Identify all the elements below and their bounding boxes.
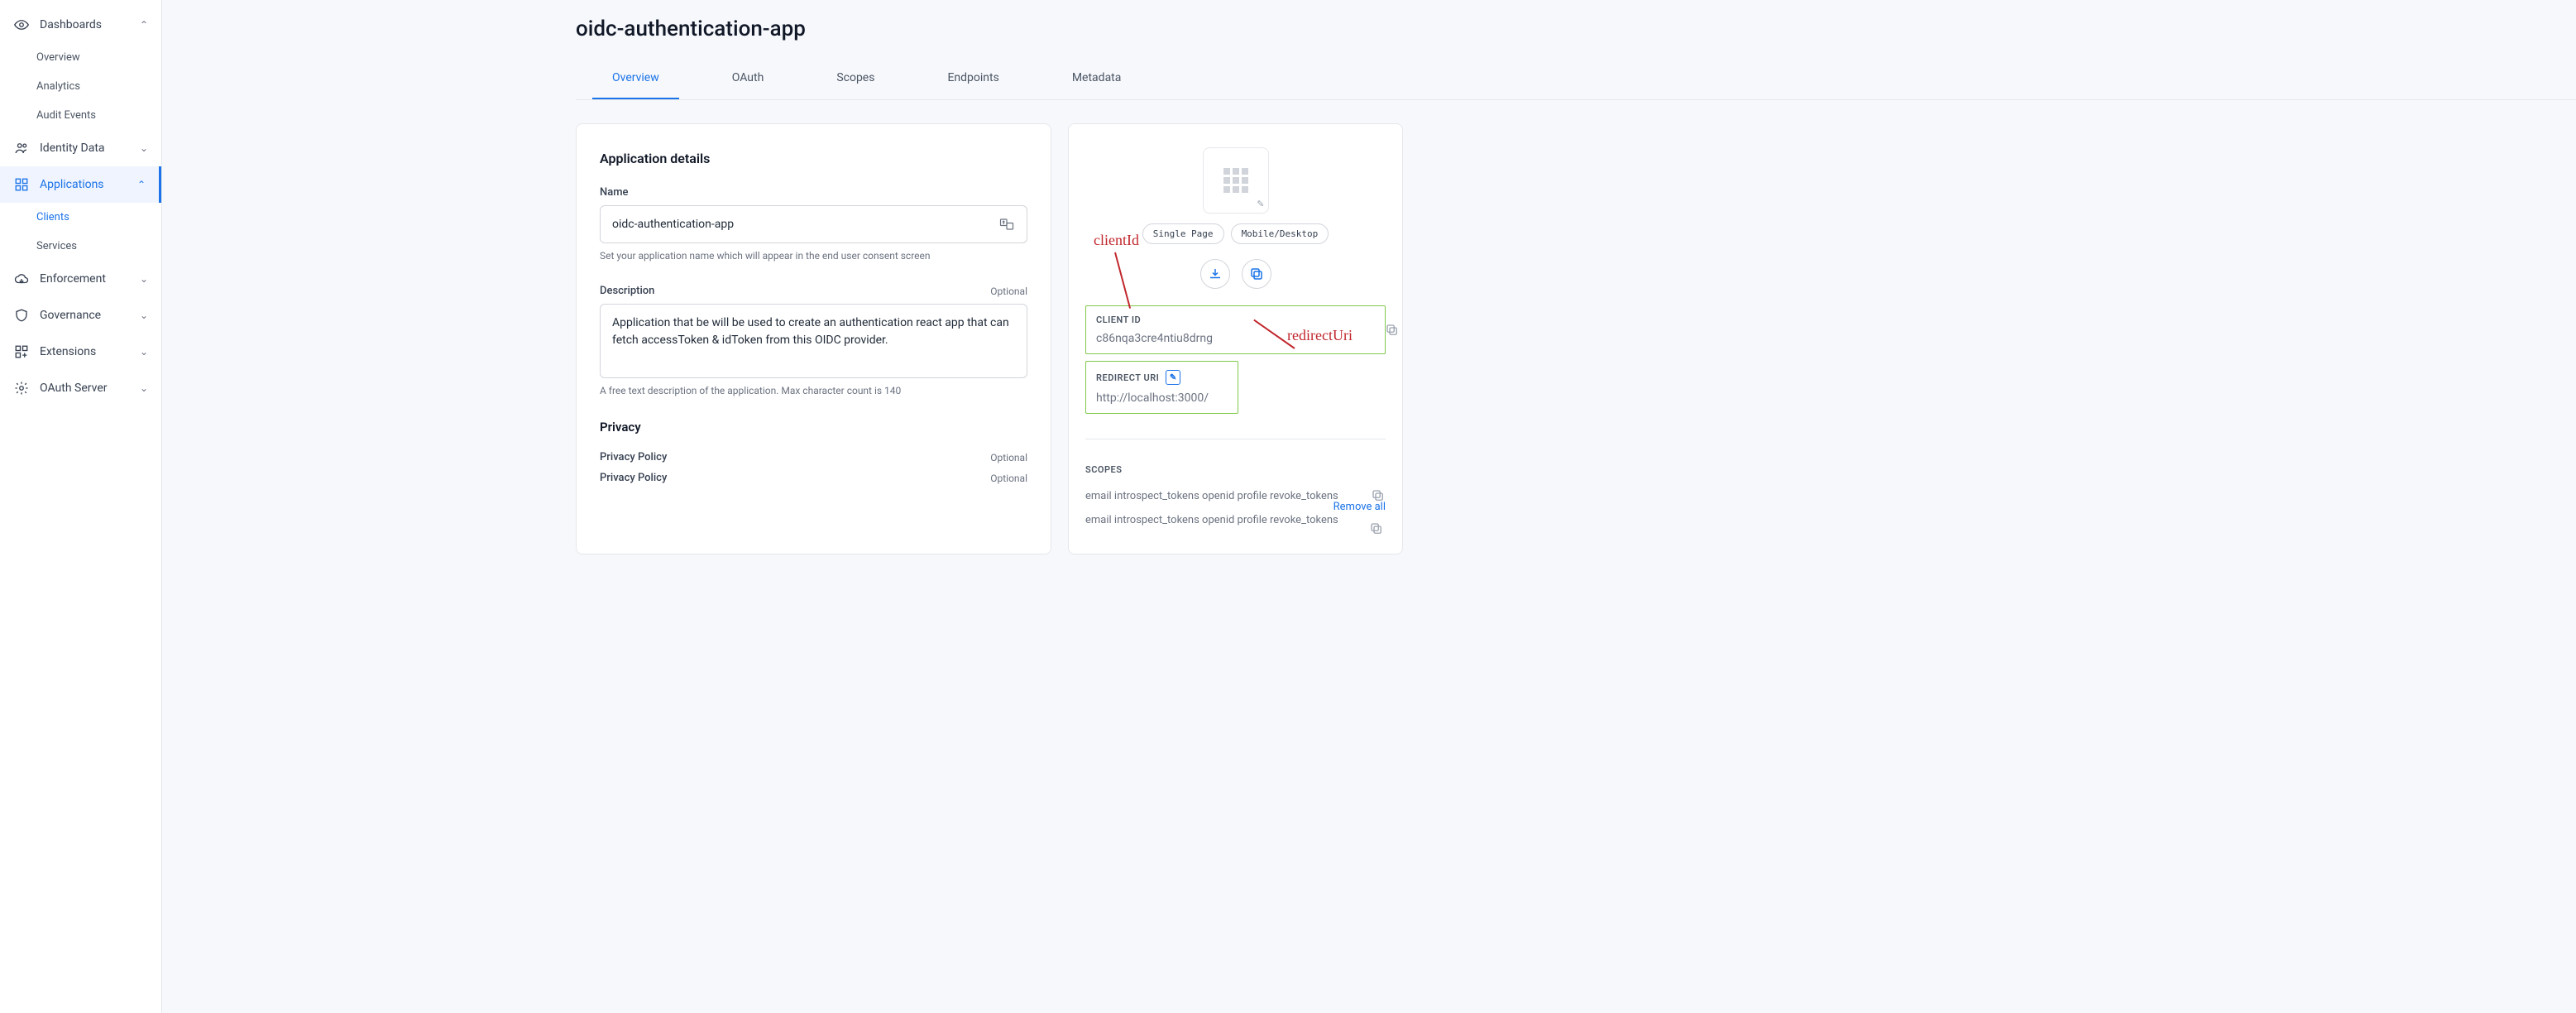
tab-oauth[interactable]: OAuth xyxy=(712,58,784,99)
optional-label: Optional xyxy=(990,473,1027,484)
cloud-icon xyxy=(13,271,30,287)
tab-overview[interactable]: Overview xyxy=(592,58,679,99)
sidebar-heading-identity[interactable]: Identity Data ⌄ xyxy=(0,130,161,166)
shield-icon xyxy=(13,307,30,324)
scopes-text-2: email introspect_tokens openid profile r… xyxy=(1085,511,1386,530)
description-textarea[interactable]: Application that be will be used to crea… xyxy=(600,304,1027,378)
page-title: oidc-authentication-app xyxy=(162,0,2576,58)
name-value: oidc-authentication-app xyxy=(612,218,734,231)
pill-single-page: Single Page xyxy=(1142,223,1224,244)
eye-icon xyxy=(13,17,30,33)
app-icon: ✎ xyxy=(1203,147,1269,214)
sidebar-heading-extensions[interactable]: Extensions ⌄ xyxy=(0,334,161,370)
client-id-label: CLIENT ID xyxy=(1096,314,1375,325)
chevron-down-icon: ⌄ xyxy=(140,310,148,321)
sidebar-label: Governance xyxy=(40,309,130,322)
tabs: Overview OAuth Scopes Endpoints Metadata xyxy=(576,58,2576,100)
extensions-icon xyxy=(13,343,30,360)
grid-icon xyxy=(13,176,30,193)
sidebar-label: Dashboards xyxy=(40,18,130,31)
sidebar-heading-oauth[interactable]: OAuth Server ⌄ xyxy=(0,370,161,406)
sidebar: Dashboards ⌃ Overview Analytics Audit Ev… xyxy=(0,0,162,1013)
gear-icon xyxy=(13,380,30,396)
copy-button[interactable] xyxy=(1242,259,1271,289)
chevron-up-icon: ⌃ xyxy=(140,19,148,31)
redirect-uri-label: REDIRECT URI xyxy=(1096,372,1159,383)
sidebar-heading-dashboards[interactable]: Dashboards ⌃ xyxy=(0,7,161,43)
name-input[interactable]: oidc-authentication-app xyxy=(600,205,1027,243)
chevron-down-icon: ⌄ xyxy=(140,382,148,394)
sidebar-label: Extensions xyxy=(40,345,130,358)
name-label: Name xyxy=(600,186,629,199)
sidebar-label: OAuth Server xyxy=(40,382,130,395)
copy-icon[interactable] xyxy=(1369,521,1384,540)
redirect-uri-value: http://localhost:3000/ xyxy=(1096,391,1228,405)
edit-icon[interactable]: ✎ xyxy=(1257,199,1264,209)
application-details-panel: Application details Name oidc-authentica… xyxy=(576,123,1051,555)
sidebar-item-audit-events[interactable]: Audit Events xyxy=(36,101,161,130)
copy-icon[interactable] xyxy=(1371,488,1386,506)
section-title: Application details xyxy=(600,151,1027,166)
copy-icon[interactable] xyxy=(1385,323,1400,341)
users-icon xyxy=(13,140,30,156)
sidebar-item-analytics[interactable]: Analytics xyxy=(36,72,161,101)
sidebar-item-overview[interactable]: Overview xyxy=(36,43,161,72)
sidebar-heading-applications[interactable]: Applications ⌃ xyxy=(0,166,161,203)
chevron-down-icon: ⌄ xyxy=(140,346,148,358)
privacy-title: Privacy xyxy=(600,420,1027,434)
description-helper: A free text description of the applicati… xyxy=(600,385,1027,396)
annotation-clientid: clientId xyxy=(1094,232,1139,249)
optional-label: Optional xyxy=(990,452,1027,463)
edit-icon[interactable]: ✎ xyxy=(1166,370,1180,385)
download-button[interactable] xyxy=(1200,259,1230,289)
grid-placeholder-icon xyxy=(1223,168,1248,193)
chevron-down-icon: ⌄ xyxy=(140,142,148,154)
chevron-up-icon: ⌃ xyxy=(137,179,146,190)
privacy-policy-label-2: Privacy Policy xyxy=(600,472,667,484)
tab-metadata[interactable]: Metadata xyxy=(1052,58,1142,99)
sidebar-item-services[interactable]: Services xyxy=(36,232,161,261)
redirect-uri-highlight: REDIRECT URI ✎ http://localhost:3000/ xyxy=(1085,361,1238,414)
side-panel: clientId redirectUri ✎ Single Page Mobil… xyxy=(1068,123,1403,555)
translate-icon[interactable] xyxy=(998,216,1015,233)
client-id-highlight: CLIENT ID c86nqa3cre4ntiu8drng xyxy=(1085,305,1386,354)
name-helper: Set your application name which will app… xyxy=(600,250,1027,262)
tab-endpoints[interactable]: Endpoints xyxy=(927,58,1018,99)
privacy-policy-label: Privacy Policy xyxy=(600,451,667,463)
optional-label: Optional xyxy=(990,286,1027,297)
chevron-down-icon: ⌄ xyxy=(140,273,148,285)
sidebar-label: Enforcement xyxy=(40,272,130,286)
sidebar-label: Applications xyxy=(40,178,127,191)
sidebar-label: Identity Data xyxy=(40,142,130,155)
sidebar-heading-enforcement[interactable]: Enforcement ⌄ xyxy=(0,261,161,297)
scopes-text: email introspect_tokens openid profile r… xyxy=(1085,487,1386,506)
description-label: Description xyxy=(600,285,654,297)
pill-mobile-desktop: Mobile/Desktop xyxy=(1231,223,1329,244)
scopes-label: SCOPES xyxy=(1085,464,1386,475)
client-id-value: c86nqa3cre4ntiu8drng xyxy=(1096,332,1375,345)
sidebar-heading-governance[interactable]: Governance ⌄ xyxy=(0,297,161,334)
main-content: oidc-authentication-app Overview OAuth S… xyxy=(162,0,2576,1013)
sidebar-item-clients[interactable]: Clients xyxy=(36,203,161,232)
tab-scopes[interactable]: Scopes xyxy=(816,58,894,99)
